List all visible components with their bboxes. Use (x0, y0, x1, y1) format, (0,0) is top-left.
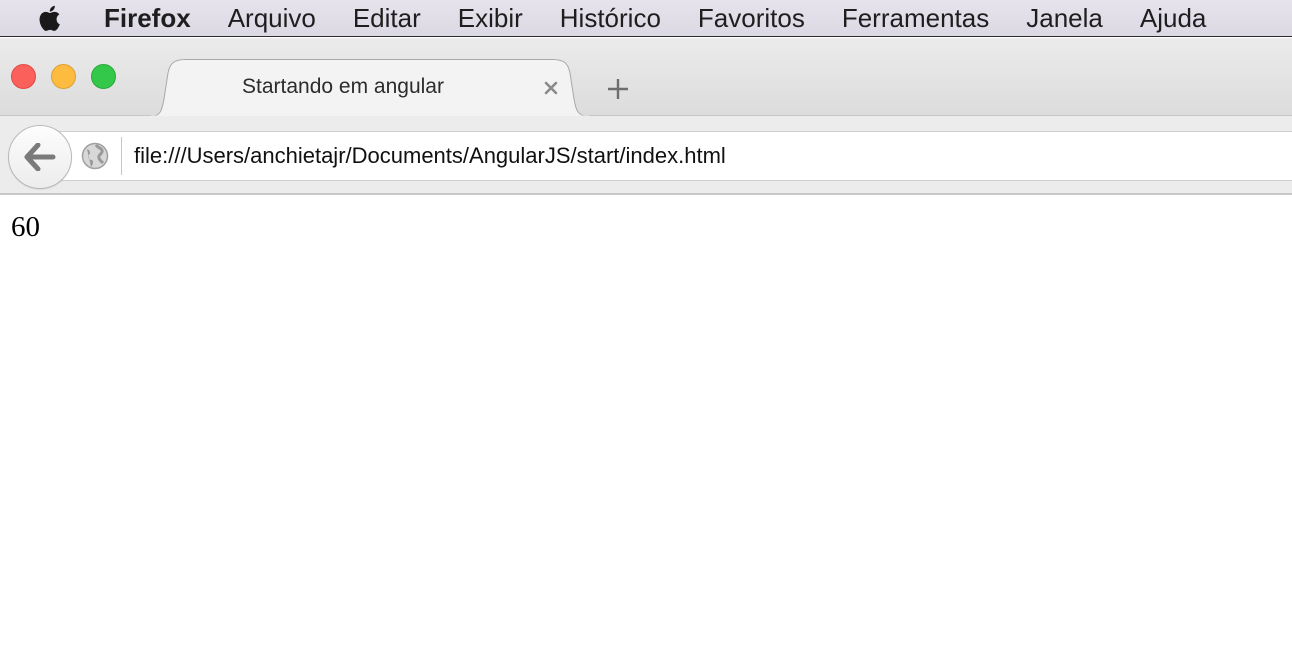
page-content: 60 (0, 197, 1292, 672)
menu-ajuda[interactable]: Ajuda (1140, 0, 1207, 36)
menu-editar[interactable]: Editar (353, 0, 421, 36)
tab-active[interactable]: Startando em angular (150, 59, 600, 117)
plus-icon[interactable] (604, 75, 632, 103)
url-text[interactable]: file:///Users/anchietajr/Documents/Angul… (134, 143, 726, 169)
tab-title: Startando em angular (242, 75, 444, 98)
apple-logo-icon[interactable] (36, 3, 66, 33)
back-arrow-icon[interactable] (8, 125, 72, 189)
url-separator (121, 137, 122, 175)
menu-exibir[interactable]: Exibir (458, 0, 523, 36)
tab-strip: Startando em angular (0, 38, 1292, 117)
window-close-button[interactable] (11, 64, 36, 89)
menu-janela[interactable]: Janela (1026, 0, 1103, 36)
window-minimize-button[interactable] (51, 64, 76, 89)
menu-app-name[interactable]: Firefox (104, 0, 191, 36)
page-text: 60 (11, 211, 40, 243)
window-zoom-button[interactable] (91, 64, 116, 89)
close-icon[interactable] (540, 77, 562, 99)
menu-ferramentas[interactable]: Ferramentas (842, 0, 989, 36)
globe-icon[interactable] (80, 141, 110, 171)
macos-menu-bar: Firefox Arquivo Editar Exibir Histórico … (0, 0, 1292, 37)
menu-arquivo[interactable]: Arquivo (228, 0, 316, 36)
menu-historico[interactable]: Histórico (560, 0, 661, 36)
navigation-toolbar: file:///Users/anchietajr/Documents/Angul… (0, 116, 1292, 195)
menu-favoritos[interactable]: Favoritos (698, 0, 805, 36)
